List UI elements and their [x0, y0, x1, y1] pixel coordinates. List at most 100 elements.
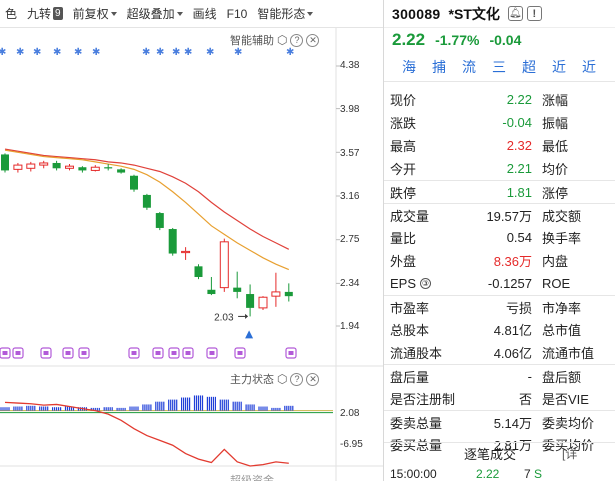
- sub-panel-bottom-label: 超级资金: [230, 475, 274, 481]
- settings-hex-icon[interactable]: ⬡: [277, 372, 287, 386]
- candle-body: [104, 167, 113, 169]
- quote-row: 跌停 1.81 涨停: [384, 180, 615, 203]
- pattern-signal-icon-dot: [15, 351, 21, 355]
- pattern-signal-icon-dot: [43, 351, 49, 355]
- info-icon[interactable]: ③: [420, 278, 431, 289]
- quick-button-jin-2[interactable]: 近: [574, 56, 604, 78]
- settings-hex-icon[interactable]: ⬡: [277, 33, 287, 47]
- chart-toolbar: 色 九转 9 前复权 超级叠加 画线 F10 智能形态: [0, 0, 383, 28]
- quote-row-value: 4.81亿: [493, 323, 532, 338]
- quote-row-value: -: [527, 368, 532, 384]
- chart-area[interactable]: 2.03 ✱ ✱ ✱ ✱ ✱ ✱ ✱ ✱ ✱ ✱ ✱ ✱ ✱ 智能辅助 ⬡ ? ✕ 4.38 3.98 3…: [0, 28, 383, 481]
- candle-body: [65, 165, 74, 169]
- candle-body: [1, 154, 9, 171]
- y-tick-label: 2.75: [340, 234, 360, 245]
- chevron-down-icon: [176, 11, 183, 16]
- help-icon[interactable]: ?: [290, 33, 304, 47]
- quote-row-label-2: 涨幅: [542, 93, 569, 108]
- signal-star-icon: ✱: [172, 47, 180, 58]
- quote-row-value: 亏损: [505, 300, 532, 316]
- toolbar-pattern-dropdown[interactable]: 智能形态: [252, 0, 318, 28]
- low-price-marker: 2.03: [214, 312, 234, 323]
- close-icon[interactable]: ✕: [306, 33, 320, 47]
- trade-row: 15:00:00 2.22 7 S: [384, 465, 615, 481]
- signal-star-icon: ✱: [184, 47, 192, 58]
- toolbar-f10[interactable]: F10: [222, 0, 253, 28]
- quote-row: 涨跌 -0.04 振幅: [384, 111, 615, 134]
- signal-star-icon: ✱: [16, 47, 24, 58]
- toolbar-jiuzhuan[interactable]: 九转 9: [22, 0, 68, 28]
- quote-row: 流通股本 4.06亿 流通市值: [384, 341, 615, 364]
- quote-row-label: 是否注册制: [390, 392, 456, 407]
- pattern-signal-icon-dot: [131, 351, 137, 355]
- quick-button-liu[interactable]: 流: [454, 56, 484, 78]
- quote-row-label: 委卖总量: [390, 415, 443, 431]
- toolbar-overlay-dropdown[interactable]: 超级叠加: [122, 0, 188, 28]
- kline-chart-svg[interactable]: 2.03 ✱ ✱ ✱ ✱ ✱ ✱ ✱ ✱ ✱ ✱ ✱ ✱ ✱: [0, 28, 383, 481]
- quote-row: 最高 2.32 最低: [384, 134, 615, 157]
- candle-body: [246, 294, 255, 308]
- y-tick-label: 4.38: [340, 60, 360, 71]
- sub-panel-header: 主力状态 ⬡ ? ✕: [230, 371, 320, 387]
- signal-star-icon: ✱: [142, 47, 150, 58]
- quick-button-jin[interactable]: 近: [544, 56, 574, 78]
- candle-body: [90, 166, 100, 171]
- pattern-signal-icon-dot: [155, 351, 161, 355]
- stock-code: 300089: [392, 5, 441, 22]
- y-tick-label: 2.34: [340, 278, 360, 289]
- quote-row-label-2: 振幅: [542, 116, 569, 131]
- quote-row-label: 市盈率: [390, 300, 430, 316]
- quote-row: 盘后量 - 盘后额: [384, 364, 615, 387]
- quote-row: 成交量 19.57万 成交额: [384, 203, 615, 226]
- signal-star-icon: ✱: [206, 47, 214, 58]
- quote-row: 外盘 8.36万 内盘: [384, 249, 615, 272]
- stock-name: *ST文化: [448, 5, 500, 22]
- quote-row: 市盈率 亏损 市净率: [384, 295, 615, 318]
- toolbar-adjust-dropdown[interactable]: 前复权: [68, 0, 122, 28]
- signal-star-icon: ✱: [156, 47, 164, 58]
- quote-row-label-2: 均价: [542, 162, 569, 177]
- quick-button-chao[interactable]: 超: [514, 56, 544, 78]
- quote-row-label-2: 最低: [542, 139, 569, 154]
- quote-row-value: 4.06亿: [493, 346, 532, 361]
- signal-star-icon: ✱: [53, 47, 61, 58]
- candle-body: [168, 229, 177, 254]
- quote-row-value: 0.54: [506, 230, 532, 245]
- candle-body: [258, 296, 268, 309]
- candle-body: [271, 291, 281, 297]
- candle-body: [194, 266, 203, 277]
- toolbar-color-menu[interactable]: 色: [0, 0, 22, 28]
- signal-star-icon: ✱: [92, 47, 100, 58]
- quote-row-value: 否: [518, 392, 532, 407]
- current-marker-icon: [245, 330, 254, 339]
- quote-row-label: EPS: [390, 276, 417, 291]
- pattern-signal-icon-dot: [185, 351, 191, 355]
- signal-star-icon: ✱: [33, 47, 41, 58]
- trades-detail-link[interactable]: [详: [562, 445, 577, 462]
- trade-price: 2.22: [476, 467, 500, 481]
- quote-row-label: 外盘: [390, 254, 417, 269]
- signal-star-icon: ✱: [286, 47, 294, 58]
- quote-row-label: 总股本: [390, 323, 430, 338]
- pattern-signal-icon-dot: [237, 351, 243, 355]
- bell-icon[interactable]: 🔔︎: [507, 6, 523, 21]
- y-tick-label: 1.94: [340, 321, 360, 332]
- quick-button-bu[interactable]: 捕: [424, 56, 454, 78]
- toolbar-draw-line[interactable]: 画线: [188, 0, 222, 28]
- help-icon[interactable]: ?: [290, 372, 304, 386]
- warning-icon[interactable]: !: [526, 6, 542, 21]
- quote-row-label-2: 内盘: [542, 254, 569, 269]
- candle-body: [284, 291, 293, 297]
- quick-button-san[interactable]: 三: [484, 56, 514, 78]
- quote-row-label: 量比: [390, 231, 417, 246]
- close-icon[interactable]: ✕: [306, 372, 320, 386]
- quote-row-label-2: 盘后额: [542, 369, 582, 385]
- candle-body: [117, 169, 126, 173]
- quote-row-label-2: ROE: [542, 276, 571, 291]
- pattern-signal-icon-dot: [288, 351, 294, 355]
- quote-row: 是否注册制 否是否VIE: [384, 387, 615, 410]
- quote-row-label: 现价: [390, 93, 417, 108]
- quote-row: 量比 0.54 换手率: [384, 226, 615, 249]
- candle-body: [155, 213, 164, 228]
- quick-button-hai[interactable]: 海: [394, 56, 424, 78]
